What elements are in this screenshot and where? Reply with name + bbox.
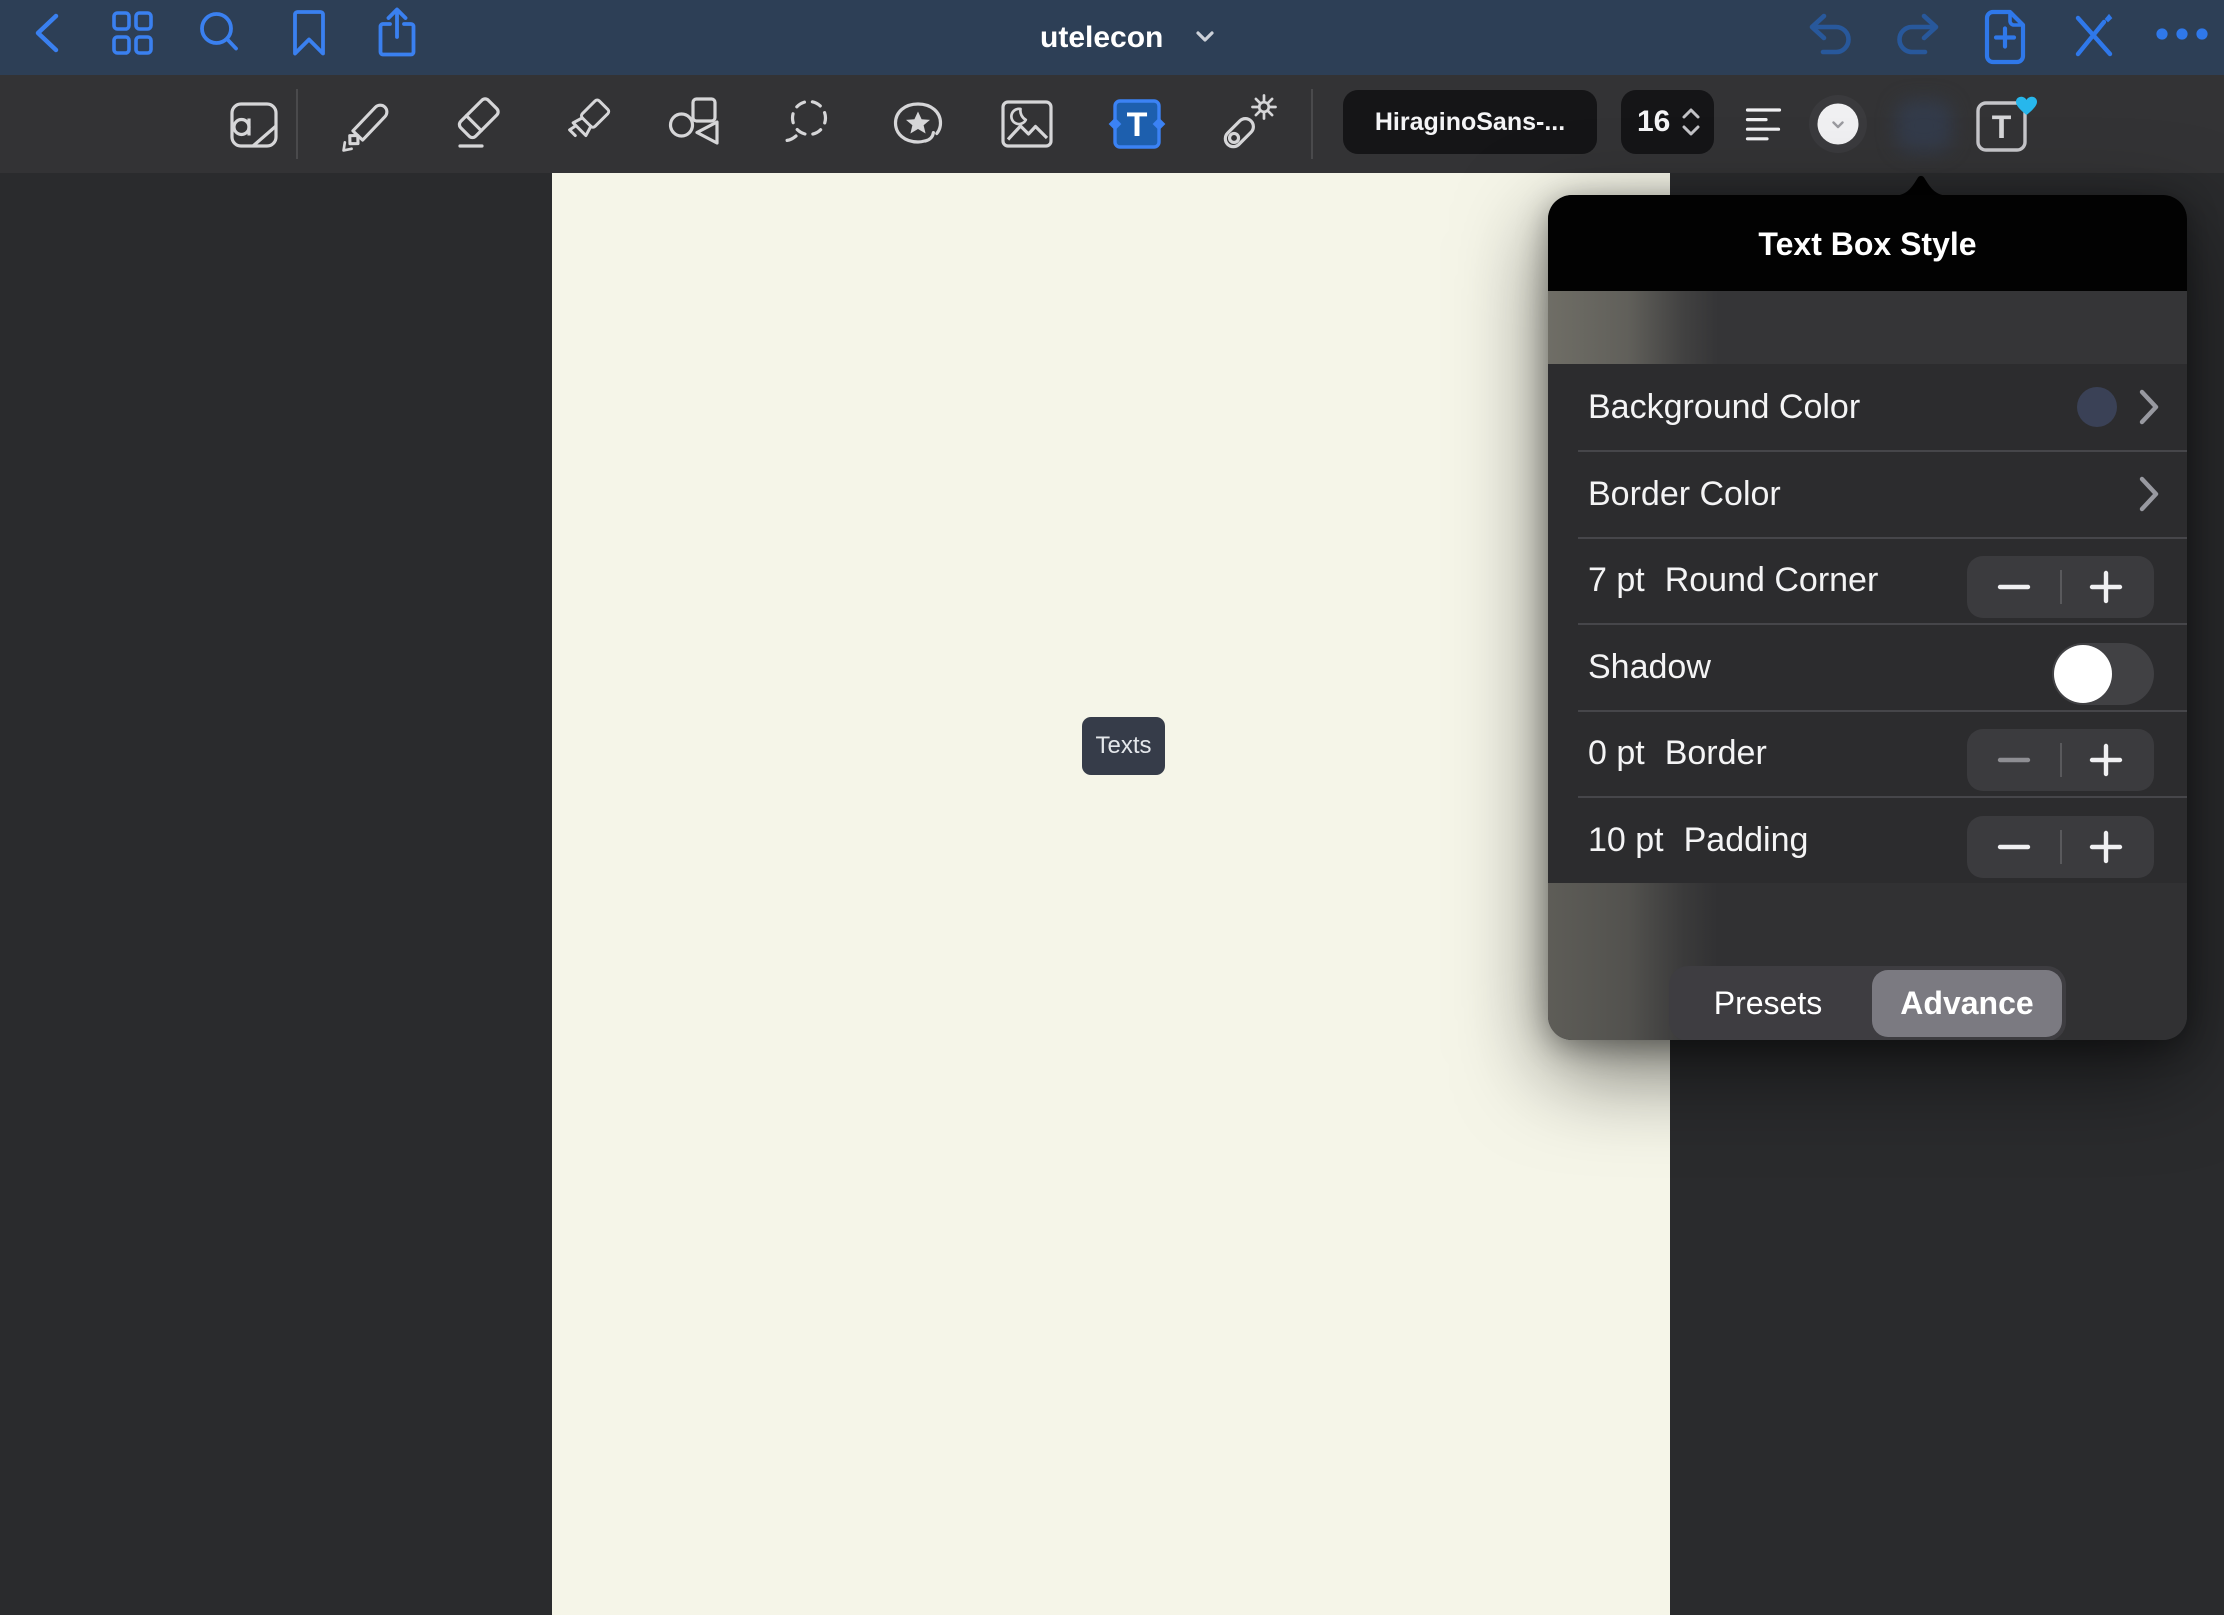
svg-text:T: T xyxy=(1992,109,2012,145)
svg-text:T: T xyxy=(1127,106,1148,144)
